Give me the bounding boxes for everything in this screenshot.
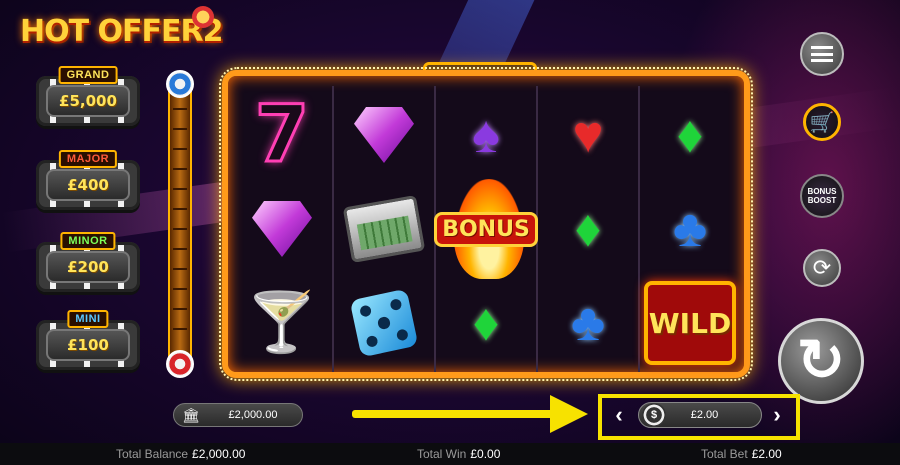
green-diamond-icon: ♦ <box>676 106 704 164</box>
jackpot-value: £100 <box>67 336 109 354</box>
martini-glass-icon: 🍸 <box>245 290 319 355</box>
jackpot-value: £200 <box>67 258 109 276</box>
bonus-boost-button[interactable]: BONUS BOOST <box>800 174 844 218</box>
jackpot-label: MINOR <box>60 232 116 250</box>
total-bet-label: Total Bet <box>701 447 748 461</box>
increase-bet-button[interactable]: › <box>768 402 786 427</box>
money-briefcase-icon <box>336 182 432 276</box>
buy-feature-button[interactable]: 🛒 <box>803 103 841 141</box>
total-win: Total Win £0.00 <box>417 447 500 461</box>
total-balance-value: £2,000.00 <box>192 447 246 461</box>
coin-icon: $ <box>642 403 666 427</box>
jackpot-grand: £5,000 GRAND <box>36 66 140 128</box>
bet-selector[interactable]: $ £2.00 <box>638 402 762 428</box>
purple-diamond-gem-icon <box>234 182 330 276</box>
bank-icon: 🏛 <box>182 406 200 423</box>
wild-symbol: WILD <box>642 276 738 370</box>
wild-label: WILD <box>648 306 732 340</box>
autoplay-button[interactable]: ⟳ <box>803 249 841 287</box>
total-win-value: £0.00 <box>470 447 501 461</box>
total-win-label: Total Win <box>417 447 467 461</box>
balance-display: 🏛 £2,000.00 <box>173 403 303 427</box>
jackpot-value: £400 <box>67 176 109 194</box>
spade-icon: ♠ <box>472 106 500 164</box>
progress-meter <box>166 70 194 378</box>
green-diamond-icon: ♦ <box>472 294 500 352</box>
reel-grid: 7 🍸 ♠ BONUS ♦ ♥ ♦ ♣ ♦ ♣ WILD <box>219 67 753 381</box>
seven-glyph: 7 <box>253 89 310 182</box>
spin-button[interactable]: ↻ <box>778 318 864 404</box>
bonus-label: BONUS <box>434 211 538 247</box>
total-bet-value: £2.00 <box>751 447 782 461</box>
jackpot-value: £5,000 <box>59 92 117 110</box>
decrease-bet-button[interactable]: ‹ <box>610 402 628 427</box>
jackpot-minor: £200 MINOR <box>36 232 140 294</box>
total-balance: Total Balance £2,000.00 <box>116 447 245 461</box>
shopping-cart-icon: 🛒 <box>809 111 835 134</box>
blue-dice-icon <box>336 276 432 370</box>
jackpot-label: MAJOR <box>58 150 118 168</box>
reel-4: ♥ ♦ ♣ <box>540 88 636 370</box>
bonus-boost-label: BONUS BOOST <box>807 187 837 205</box>
red-chip-icon <box>166 350 194 378</box>
seven-symbol: 7 <box>234 88 330 182</box>
spin-arrow-icon: ↻ <box>796 328 846 393</box>
purple-diamond-gem-icon <box>336 88 432 182</box>
balance-value: £2,000.00 <box>228 409 278 421</box>
green-diamond-icon: ♦ <box>574 200 602 258</box>
menu-button[interactable] <box>800 32 844 76</box>
highlight-arrow <box>352 410 560 418</box>
logo-text: HOT OFFER <box>20 14 204 49</box>
heart-icon: ♥ <box>572 106 604 164</box>
jackpot-mini: £100 MINI <box>36 310 140 372</box>
total-bet: Total Bet £2.00 <box>701 447 782 461</box>
blue-chip-icon <box>166 70 194 98</box>
status-bar: Total Balance £2,000.00 Total Win £0.00 To… <box>0 443 900 465</box>
bonus-symbol: BONUS <box>434 179 538 279</box>
jackpot-label: GRAND <box>58 66 118 84</box>
total-balance-label: Total Balance <box>116 447 189 461</box>
highlight-arrow-head <box>550 395 588 433</box>
logo-chip-icon <box>192 6 214 28</box>
autoplay-icon: ⟳ <box>812 255 832 280</box>
reel-2 <box>336 88 432 370</box>
reel-1: 7 🍸 <box>234 88 330 370</box>
hamburger-menu-icon <box>811 46 833 62</box>
jackpot-label: MINI <box>67 310 109 328</box>
bet-value: £2.00 <box>690 409 719 421</box>
reel-3: ♠ BONUS ♦ <box>434 88 538 370</box>
club-icon: ♣ <box>570 294 606 352</box>
jackpot-major: £400 MAJOR <box>36 150 140 212</box>
club-icon: ♣ <box>672 200 708 258</box>
reel-5: ♦ ♣ WILD <box>642 88 738 370</box>
game-logo: HOT OFFER2 <box>20 6 230 60</box>
